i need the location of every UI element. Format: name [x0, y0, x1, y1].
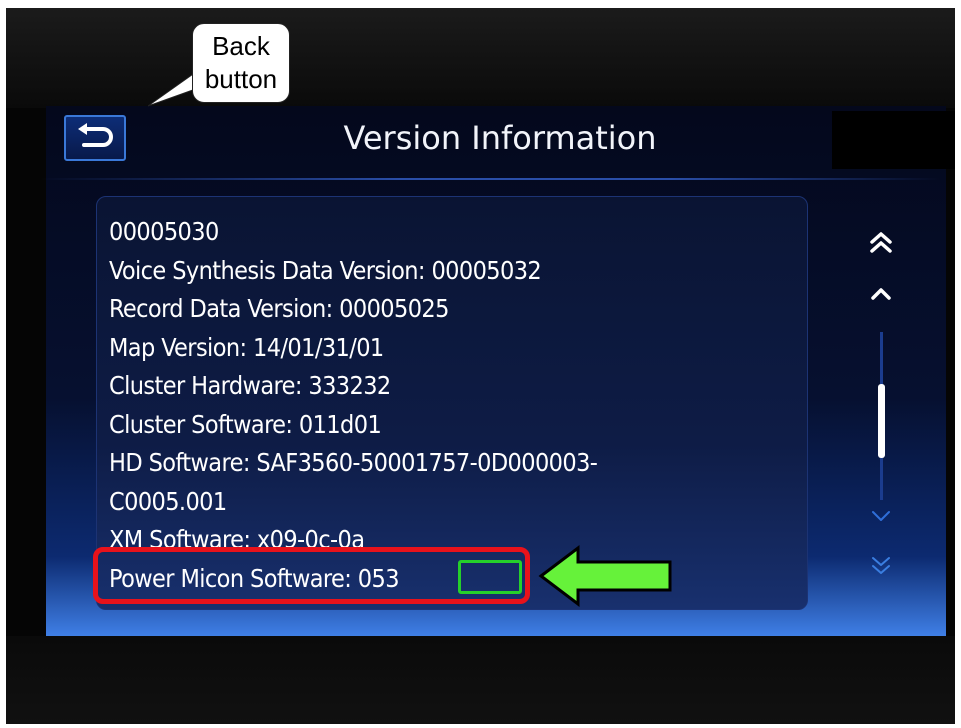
callout-line-1: Back	[212, 31, 270, 61]
double-chevron-down-icon	[872, 557, 890, 574]
page-up-button[interactable]	[856, 222, 906, 262]
scroll-controls	[856, 216, 906, 596]
value-highlight-box	[458, 560, 522, 594]
version-line: HD Software: SAF3560-50001757-0D000003-	[109, 448, 598, 477]
back-button-callout: Back button	[192, 23, 290, 103]
version-line: C0005.001	[109, 486, 227, 516]
version-line: Voice Synthesis Data Version: 00005032	[109, 255, 542, 285]
page-down-button[interactable]	[856, 546, 906, 586]
back-button[interactable]	[64, 115, 126, 161]
version-list: 00005030 Voice Synthesis Data Version: 0…	[109, 213, 799, 598]
double-chevron-up-icon	[870, 232, 892, 253]
page-title: Version Information	[343, 119, 657, 157]
return-arrow-icon	[78, 123, 113, 147]
callout-line-2: button	[204, 64, 278, 94]
version-line: 00005030	[109, 217, 219, 246]
chevron-up-icon	[871, 288, 891, 300]
scrollbar-thumb[interactable]	[878, 383, 885, 458]
version-line: Map Version: 14/01/31/01	[109, 332, 384, 362]
version-line: Cluster Hardware: 333232	[109, 371, 391, 400]
version-line: Cluster Software: 011d01	[109, 409, 382, 439]
version-line: Record Data Version: 00005025	[109, 294, 449, 323]
green-arrow-icon	[538, 545, 672, 607]
title-divider	[40, 178, 940, 180]
scroll-up-button[interactable]	[856, 274, 906, 314]
redaction-block	[832, 111, 955, 169]
scroll-down-button[interactable]	[856, 496, 906, 536]
chevron-down-icon	[872, 511, 890, 521]
bottom-bezel	[6, 636, 955, 724]
